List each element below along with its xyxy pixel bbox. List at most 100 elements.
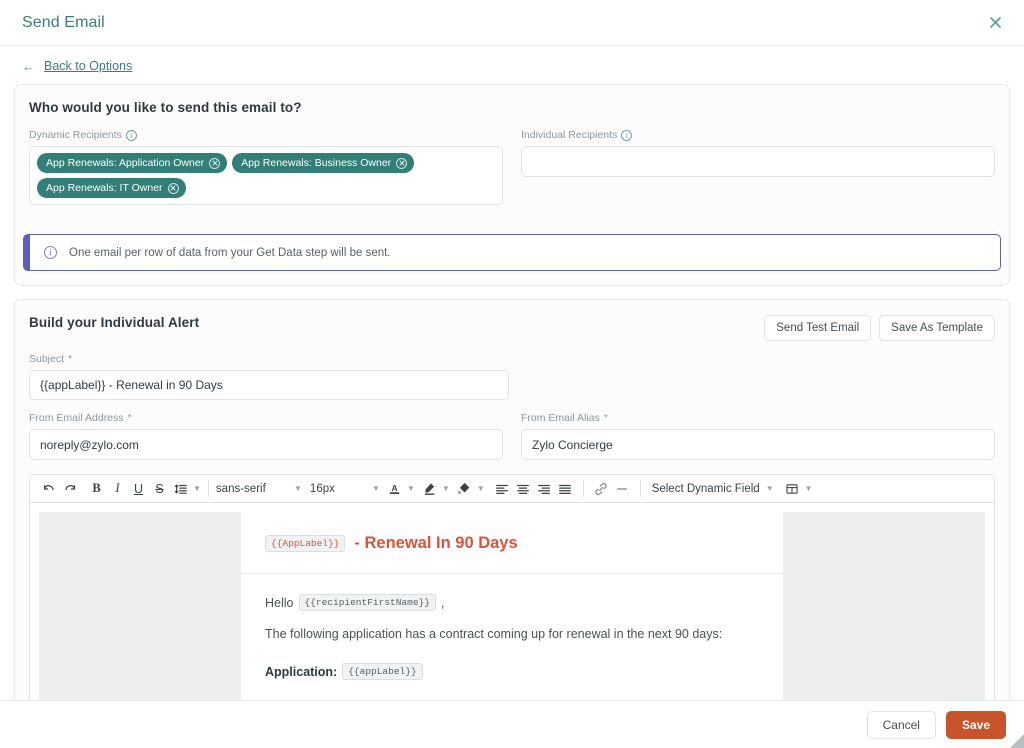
close-icon[interactable]	[982, 10, 1008, 36]
email-preview[interactable]: {{AppLabel}} - Renewal In 90 Days Hello …	[29, 503, 995, 721]
info-icon[interactable]: i	[621, 129, 633, 141]
recipient-chip-label: App Renewals: Business Owner	[241, 157, 392, 169]
individual-recipients-field: Individual Recipients i	[521, 129, 995, 205]
remove-chip-icon[interactable]	[209, 157, 221, 169]
from-alias-input[interactable]	[521, 429, 995, 460]
from-email-input[interactable]	[29, 429, 503, 460]
font-size-value: 16px	[309, 482, 335, 495]
chevron-down-icon[interactable]: ▼	[805, 484, 813, 493]
individual-recipients-input[interactable]	[521, 146, 995, 177]
chevron-down-icon[interactable]: ▼	[372, 484, 380, 493]
resize-handle[interactable]	[1010, 734, 1024, 748]
dynamic-recipients-label: Dynamic Recipients i	[29, 129, 503, 141]
dynamic-field-value: Select Dynamic Field	[651, 482, 760, 495]
recipient-chip-label: App Renewals: IT Owner	[46, 182, 163, 194]
email-greeting-suffix: ,	[440, 595, 445, 610]
svg-text:A: A	[391, 483, 397, 493]
build-alert-header: Build your Individual Alert Send Test Em…	[29, 315, 995, 341]
email-greeting-line: Hello {{recipientFirstName}} ,	[265, 594, 759, 611]
align-right-icon[interactable]	[534, 478, 555, 500]
subject-label: Subject *	[29, 353, 995, 365]
application-variable-chip[interactable]: {{appLabel}}	[342, 663, 423, 680]
subject-field: Subject *	[29, 353, 995, 400]
remove-chip-icon[interactable]	[167, 182, 179, 194]
banner-spacer	[15, 271, 1009, 285]
from-fields-row: From Email Address* From Email Alias*	[29, 412, 995, 460]
highlight-icon[interactable]	[419, 478, 440, 500]
dynamic-recipients-field: Dynamic Recipients i App Renewals: Appli…	[29, 129, 503, 205]
subject-input[interactable]	[29, 370, 509, 400]
align-justify-icon[interactable]	[555, 478, 576, 500]
from-email-label-text: From Email Address	[29, 412, 124, 424]
info-banner: i One email per row of data from your Ge…	[23, 234, 1001, 271]
recipients-card-body: Who would you like to send this email to…	[15, 85, 1009, 221]
recipient-chip-label: App Renewals: Application Owner	[46, 157, 205, 169]
chevron-down-icon[interactable]: ▼	[407, 484, 415, 493]
underline-button[interactable]: U	[128, 478, 149, 500]
email-heading: {{AppLabel}} - Renewal In 90 Days	[241, 512, 783, 574]
email-title-variable-chip[interactable]: {{AppLabel}}	[265, 535, 346, 552]
chevron-down-icon[interactable]: ▼	[442, 484, 450, 493]
font-family-select[interactable]: sans-serif ▼	[216, 483, 302, 495]
from-email-label: From Email Address *	[29, 412, 503, 424]
font-family-value: sans-serif	[215, 482, 266, 495]
redo-icon[interactable]	[59, 478, 80, 500]
fill-icon[interactable]	[454, 478, 475, 500]
email-paragraph: The following application has a contract…	[265, 627, 723, 641]
link-icon[interactable]	[591, 478, 612, 500]
align-center-icon[interactable]	[513, 478, 534, 500]
chevron-down-icon[interactable]: ▼	[477, 484, 485, 493]
editor-toolbar: B I U S ▼ sans-serif ▼ 16px ▼ A ▼ ▼ ▼ Se…	[29, 474, 995, 503]
email-application-line: Application: {{appLabel}}	[265, 663, 759, 680]
recipient-chip[interactable]: App Renewals: Application Owner	[37, 153, 228, 173]
line-height-icon[interactable]	[170, 478, 191, 500]
breadcrumb: ← Back to Options	[0, 46, 1024, 84]
required-marker: *	[127, 412, 132, 424]
dynamic-recipients-input[interactable]: App Renewals: Application Owner App Rene…	[29, 146, 503, 205]
arrow-left-icon: ←	[22, 58, 35, 74]
recipient-chip[interactable]: App Renewals: IT Owner	[37, 178, 186, 198]
email-title-text: - Renewal In 90 Days	[354, 534, 518, 552]
required-marker: *	[68, 353, 73, 365]
chevron-down-icon[interactable]: ▼	[193, 484, 201, 493]
save-button[interactable]: Save	[945, 710, 1006, 739]
page-title: Send Email	[22, 13, 105, 31]
from-alias-field: From Email Alias *	[521, 412, 995, 460]
table-icon[interactable]	[782, 478, 803, 500]
build-alert-card: Build your Individual Alert Send Test Em…	[14, 299, 1010, 738]
cancel-button[interactable]: Cancel	[866, 710, 936, 739]
chevron-down-icon[interactable]: ▼	[766, 484, 774, 493]
dialog-footer: Cancel Save	[0, 700, 1024, 748]
send-test-email-button[interactable]: Send Test Email	[764, 315, 872, 341]
horizontal-rule-icon[interactable]	[612, 478, 633, 500]
individual-recipients-label: Individual Recipients i	[521, 129, 995, 141]
required-marker: *	[603, 412, 608, 424]
save-as-template-button[interactable]: Save As Template	[879, 315, 995, 341]
toolbar-divider	[207, 480, 209, 497]
info-banner-text: One email per row of data from your Get …	[69, 246, 391, 259]
info-icon: i	[44, 246, 57, 259]
bold-button[interactable]: B	[86, 478, 107, 500]
dynamic-field-select[interactable]: Select Dynamic Field ▼	[652, 483, 774, 495]
recipient-name-variable-chip[interactable]: {{recipientFirstName}}	[298, 594, 436, 611]
align-left-icon[interactable]	[492, 478, 513, 500]
back-to-options-link[interactable]: Back to Options	[44, 59, 132, 73]
individual-recipients-label-text: Individual Recipients	[521, 129, 618, 141]
email-greeting-prefix: Hello	[265, 595, 294, 610]
dynamic-recipients-label-text: Dynamic Recipients	[29, 129, 122, 141]
info-icon[interactable]: i	[125, 129, 137, 141]
toolbar-divider	[582, 480, 584, 497]
remove-chip-icon[interactable]	[396, 157, 408, 169]
build-alert-actions: Send Test Email Save As Template	[764, 315, 995, 341]
chevron-down-icon[interactable]: ▼	[294, 484, 302, 493]
italic-button[interactable]: I	[107, 478, 128, 500]
toolbar-divider	[639, 480, 641, 497]
recipients-section-title: Who would you like to send this email to…	[29, 100, 302, 115]
text-color-icon[interactable]: A	[384, 478, 405, 500]
from-alias-label: From Email Alias *	[521, 412, 995, 424]
from-alias-label-text: From Email Alias	[521, 412, 600, 424]
strikethrough-button[interactable]: S	[149, 478, 170, 500]
undo-icon[interactable]	[38, 478, 59, 500]
font-size-select[interactable]: 16px ▼	[310, 483, 380, 495]
recipient-chip[interactable]: App Renewals: Business Owner	[232, 153, 415, 173]
